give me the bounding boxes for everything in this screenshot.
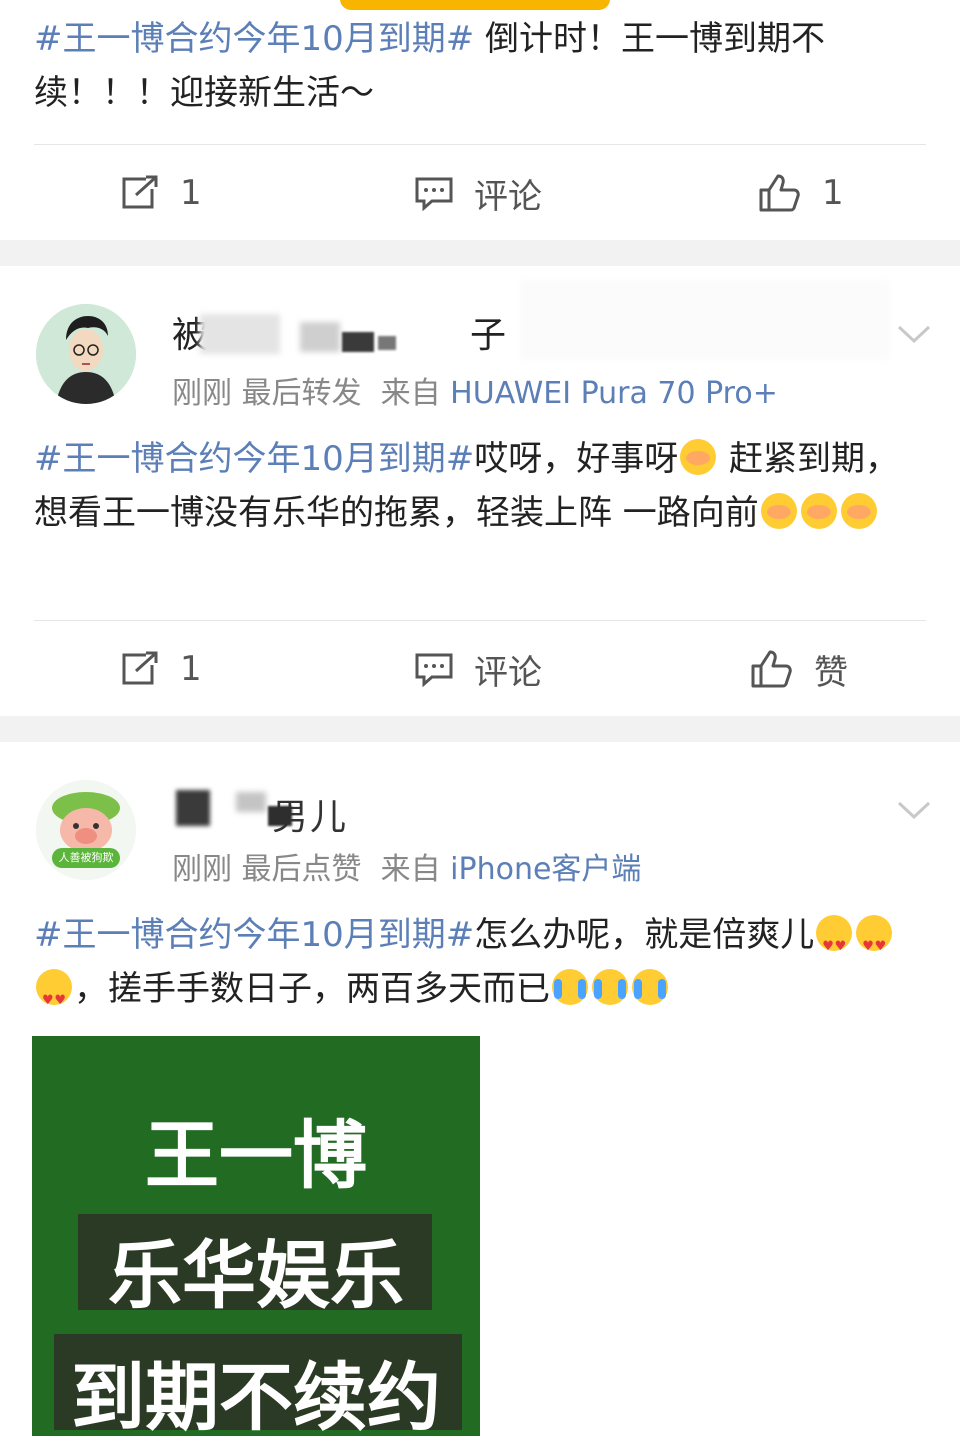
hashtag-link[interactable]: #王一博合约今年10月到期# [34,439,474,479]
repost-icon [122,175,158,209]
tears-of-joy-emoji-icon [552,969,588,1005]
redacted-name [342,332,374,352]
post-image[interactable]: 王一博 乐华娱乐 到期不续约 [32,1036,480,1436]
repost-count: 1 [180,649,202,689]
image-text-line: 到期不续约 [71,1355,441,1436]
hashtag-link[interactable]: #王一博合约今年10月到期# [34,915,474,955]
redacted-name [176,790,210,826]
redacted-name [300,322,340,352]
post-card-1: #王一博合约今年10月到期# 倒计时！王一博到期不续！！！迎接新生活～ 1 评论… [0,0,960,240]
comment-icon [415,653,453,687]
like-count: 1 [822,173,844,213]
tears-of-joy-emoji-icon [592,969,628,1005]
image-text-line: 王一博 [145,1113,367,1199]
post-meta: 刚刚 最后点赞 来自 iPhone客户端 [172,852,642,887]
action-bar: 1 评论 赞 [0,621,960,717]
image-text-line: 乐华娱乐 [108,1233,404,1319]
avatar-illustration [36,304,136,404]
post-source[interactable]: iPhone客户端 [450,852,641,887]
like-button[interactable]: 赞 [750,621,848,717]
post-text: #王一博合约今年10月到期#怎么办呢，就是倍爽儿，搓手手数日子，两百多天而已 [34,908,926,1028]
heart-eyes-emoji-icon [816,915,853,974]
post-source[interactable]: HUAWEI Pura 70 Pro+ [450,376,778,411]
chevron-down-icon[interactable] [896,316,932,352]
tears-of-joy-emoji-icon [632,969,668,1005]
avatar[interactable] [36,304,136,404]
thumbs-up-icon [759,174,800,212]
post-text: #王一博合约今年10月到期# 倒计时！王一博到期不续！！！迎接新生活～ [34,12,926,120]
redacted-area [520,280,890,360]
avatar-caption: 人善被狗欺 [58,851,114,864]
avatar[interactable]: 人善被狗欺 [36,780,136,880]
comment-icon [415,177,453,211]
post-meta: 刚刚 最后转发 来自 HUAWEI Pura 70 Pro+ [172,376,778,411]
comment-button[interactable]: 评论 [414,145,542,241]
heart-eyes-emoji-icon [36,969,72,1028]
shy-face-emoji-icon [800,493,837,529]
comment-label: 评论 [474,176,542,217]
repost-button[interactable]: 1 [120,621,202,717]
like-button[interactable]: 1 [758,145,844,241]
like-label: 赞 [814,652,848,693]
comment-label: 评论 [474,652,542,693]
repost-button[interactable]: 1 [120,145,202,241]
hashtag-link[interactable]: #王一博合约今年10月到期# [34,19,474,59]
repost-icon [122,651,158,685]
redacted-name [268,806,292,826]
redacted-name [378,336,396,350]
post-card-3: 人善被狗欺 男儿 刚刚 最后点赞 来自 iPhone客户端 #王一博合约今年10… [0,742,960,1453]
top-banner-pill[interactable] [340,0,610,10]
post-text: #王一博合约今年10月到期#哎呀，好事呀 赶紧到期，想看王一博没有乐华的拖累，轻… [34,439,900,533]
comment-button[interactable]: 评论 [414,621,542,717]
redacted-name [200,314,280,354]
chevron-down-icon[interactable] [896,792,932,828]
shy-face-emoji-icon [840,493,877,529]
post-card-2: 被子 刚刚 最后转发 来自 HUAWEI Pura 70 Pro+ #王一博合约… [0,266,960,716]
action-bar: 1 评论 1 [0,145,960,241]
shy-face-emoji-icon [680,439,717,475]
repost-count: 1 [180,173,202,213]
redacted-name [236,792,266,812]
heart-eyes-emoji-icon [856,915,893,974]
shy-face-emoji-icon [760,493,797,529]
thumbs-up-icon [751,650,792,688]
